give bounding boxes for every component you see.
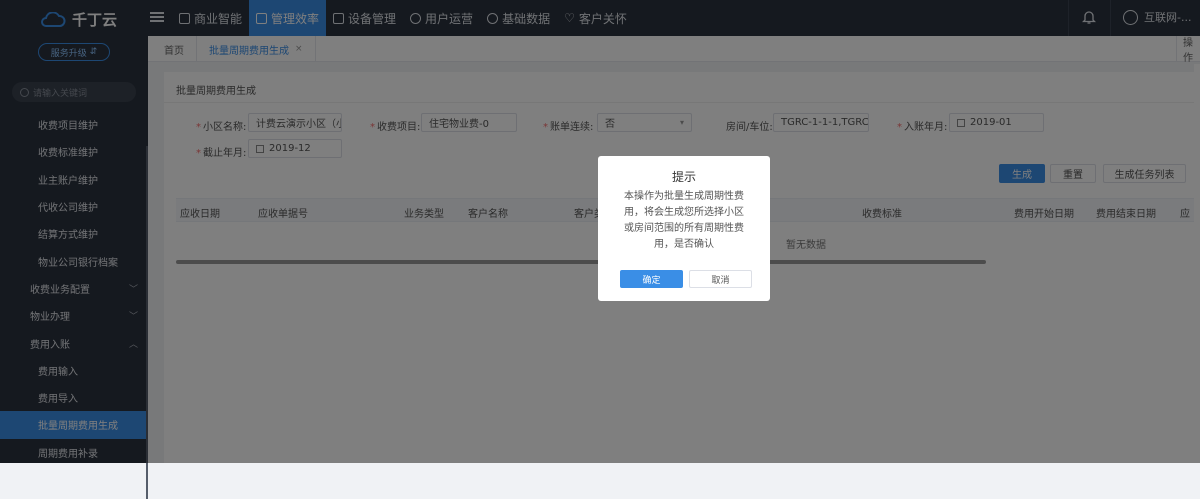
confirm-button[interactable]: 确定 [620, 270, 683, 288]
dialog-message: 本操作为批量生成周期性费用，将会生成您所选择小区或房间范围的所有周期性费用，是否… [624, 191, 744, 250]
dialog-title: 提示 [671, 170, 696, 184]
confirm-dialog: 提示 本操作为批量生成周期性费用，将会生成您所选择小区或房间范围的所有周期性费用… [598, 156, 770, 301]
cancel-button[interactable]: 取消 [689, 270, 752, 288]
